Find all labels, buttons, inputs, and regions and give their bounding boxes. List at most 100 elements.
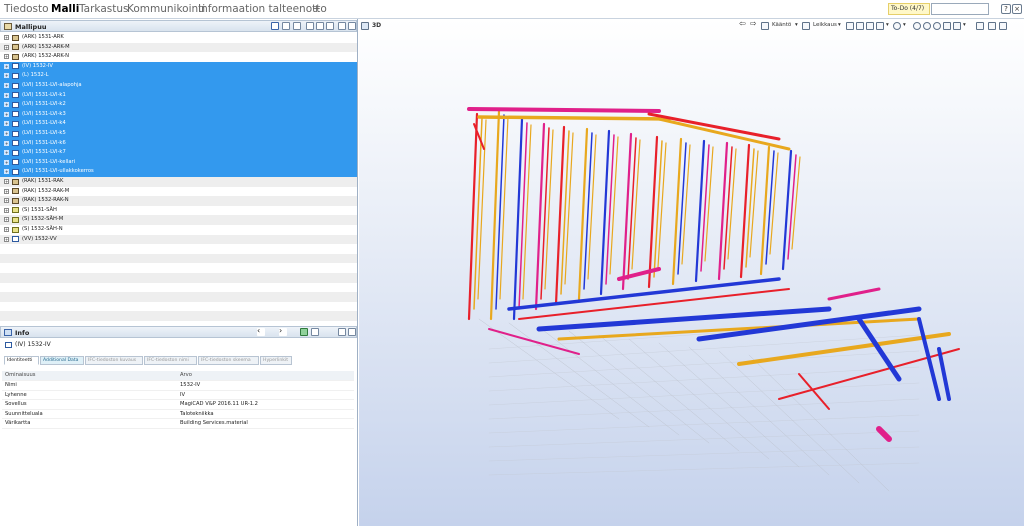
tab-additional-data[interactable]: Additional Data [40, 356, 84, 365]
tree-item[interactable]: + (S) 1532-SÄH-M [0, 215, 357, 225]
refresh-icon[interactable] [311, 328, 319, 336]
tab-hyperlinkit[interactable]: Hyperlinkit [260, 356, 292, 365]
tree-item[interactable]: + (LVI) 1531-LVI-alapohja [0, 81, 357, 91]
menu-malli[interactable]: Malli [51, 3, 79, 15]
expand-icon[interactable]: + [4, 121, 9, 127]
model-file-icon [12, 159, 19, 166]
tree-item[interactable]: + (ARK) 1531-ARK [0, 33, 357, 43]
expand-icon[interactable]: + [4, 179, 9, 184]
riser-pipe [577, 127, 589, 301]
visibility-icon[interactable] [293, 22, 301, 30]
tab-ifc-kuvaus[interactable]: IFC-tiedoston kuvaus [85, 356, 143, 365]
add-tab-button[interactable]: + [312, 3, 321, 15]
tab-ifc-skeema[interactable]: IFC-tiedoston skeema [198, 356, 259, 365]
tree-item[interactable]: + (LVI) 1531-LVI-k4 [0, 119, 357, 129]
expand-icon[interactable]: + [4, 159, 9, 165]
riser-pipe [717, 141, 729, 281]
left-pane: Mallipuu + (ARK) 1531-ARK + (ARK) 1532-ARK-… [0, 19, 358, 526]
tree-item-label: (LVI) 1531-LVI-k2 [22, 101, 66, 108]
todo-button[interactable]: To-Do (4/7) [888, 3, 930, 15]
tree-item[interactable]: + (RAK) 1532-RAK-N [0, 196, 357, 206]
tree-item[interactable]: + (LVI) 1531-LVI-k2 [0, 100, 357, 110]
expand-icon[interactable]: + [4, 217, 9, 223]
menu-kommunikointi[interactable]: Kommunikointi [127, 3, 205, 15]
property-value: 1532-IV [180, 382, 201, 388]
tree-item[interactable]: + (S) 1531-SÄH [0, 206, 357, 216]
riser-pipe [564, 132, 574, 285]
tree-item[interactable]: + (LVI) 1531-LVI-k1 [0, 90, 357, 101]
tree-item[interactable]: + (RAK) 1532-RAK-M [0, 187, 357, 197]
menu-tarkastus[interactable]: Tarkastus [79, 3, 128, 15]
expand-icon[interactable]: + [4, 35, 9, 40]
expand-icon[interactable]: + [4, 73, 9, 79]
tree-item[interactable]: + (LVI) 1531-LVI-k6 [0, 138, 357, 149]
collapse-all-icon[interactable] [306, 22, 314, 30]
3d-viewport[interactable]: 3D ⇦ ⇨ Kääntö ▾ Leikkaus ▾ ▾ ▾ ▾ [359, 19, 1024, 526]
check-icon[interactable] [300, 328, 308, 336]
close-icon[interactable]: × [1012, 4, 1022, 14]
expand-icon[interactable]: + [4, 188, 9, 194]
tree-item[interactable]: + (LVI) 1531-LVI-k3 [0, 109, 357, 120]
forward-arrow-icon[interactable]: › [279, 327, 287, 336]
tree-item[interactable]: + (L) 1532-L [0, 71, 357, 81]
tab-ifc-nimi[interactable]: IFC-tiedoston nimi [144, 356, 197, 365]
help-icon[interactable]: ? [1001, 4, 1011, 14]
tree-item-label: (LVI) 1531-LVI-alapohja [22, 82, 82, 88]
tree-item-label: (LVI) 1531-LVI-k6 [22, 139, 66, 146]
property-row: Värikartta Building Services.material [2, 419, 354, 429]
tree-item[interactable]: + (LVI) 1531-LVI-k5 [0, 129, 357, 139]
expand-icon[interactable]: + [4, 111, 9, 117]
expand-icon[interactable]: + [4, 150, 9, 156]
tab-identiteetti[interactable]: Identiteetti [4, 356, 39, 365]
tree-item-label: (LVI) 1531-LVI-k3 [22, 110, 66, 117]
tree-item[interactable]: + (LVI) 1531-LVI-k7 [0, 148, 357, 158]
list-icon[interactable] [326, 22, 334, 30]
3d-building-services-model[interactable] [359, 19, 1024, 526]
floor-outline [488, 462, 920, 476]
riser-pipe [599, 129, 611, 296]
expand-icon[interactable]: + [4, 140, 9, 146]
expand-icon[interactable]: + [4, 198, 9, 204]
expand-icon[interactable]: + [4, 131, 9, 136]
tree-item[interactable]: + (S) 1532-SÄH-N [0, 225, 357, 235]
riser-pipe [647, 135, 659, 289]
expand-icon[interactable]: + [4, 44, 9, 50]
model-file-icon [12, 101, 19, 108]
expand-icon[interactable]: + [4, 83, 9, 88]
tree-item[interactable]: + (RAK) 1531-RAK [0, 177, 357, 187]
menu-informaation-talteenotto[interactable]: Informaation talteenotto [198, 3, 327, 15]
tree-item[interactable]: + (ARK) 1532-ARK-M [0, 42, 357, 53]
maximize-icon[interactable] [348, 22, 356, 30]
tree-item[interactable]: + (LVI) 1531-LVI-ullakkokerros [0, 167, 357, 177]
tree-item-label: (S) 1532-SÄH-N [22, 226, 63, 232]
empty-row [0, 311, 357, 321]
expand-icon[interactable]: + [4, 102, 9, 108]
menu-tiedosto[interactable]: Tiedosto [4, 3, 49, 15]
expand-icon[interactable]: + [4, 236, 9, 242]
equipment [876, 426, 892, 442]
sort-icon[interactable] [282, 22, 290, 30]
tree-item[interactable]: + (ARK) 1532-ARK-N [0, 52, 357, 62]
expand-icon[interactable]: + [4, 63, 9, 69]
filter-icon[interactable] [271, 22, 279, 30]
expand-icon[interactable]: + [4, 92, 9, 98]
expand-icon[interactable]: + [4, 207, 9, 213]
tree-item[interactable]: + (LVI) 1531-LVI-kellari [0, 157, 357, 168]
info-minimize-icon[interactable] [338, 328, 346, 336]
expand-icon[interactable]: + [4, 54, 9, 60]
back-arrow-icon[interactable]: ‹ [257, 327, 265, 336]
expand-icon[interactable]: + [4, 169, 9, 175]
tree-item[interactable]: + (VV) 1532-VV [0, 234, 357, 245]
expand-icon[interactable]: + [4, 227, 9, 232]
model-file-icon [12, 168, 19, 175]
tree-item[interactable]: + (IV) 1532-IV [0, 61, 357, 72]
riser-pipe [621, 132, 633, 291]
property-row: Sovellus MagiCAD V&P 2016.11 UR-1.2 [2, 400, 354, 410]
model-file-icon [12, 149, 19, 156]
expand-all-icon[interactable] [316, 22, 324, 30]
minimize-icon[interactable] [338, 22, 346, 30]
search-input[interactable] [931, 3, 989, 15]
model-tree-title: Mallipuu [15, 23, 47, 31]
info-selected-label: (IV) 1532-IV [15, 341, 51, 348]
info-maximize-icon[interactable] [348, 328, 356, 336]
